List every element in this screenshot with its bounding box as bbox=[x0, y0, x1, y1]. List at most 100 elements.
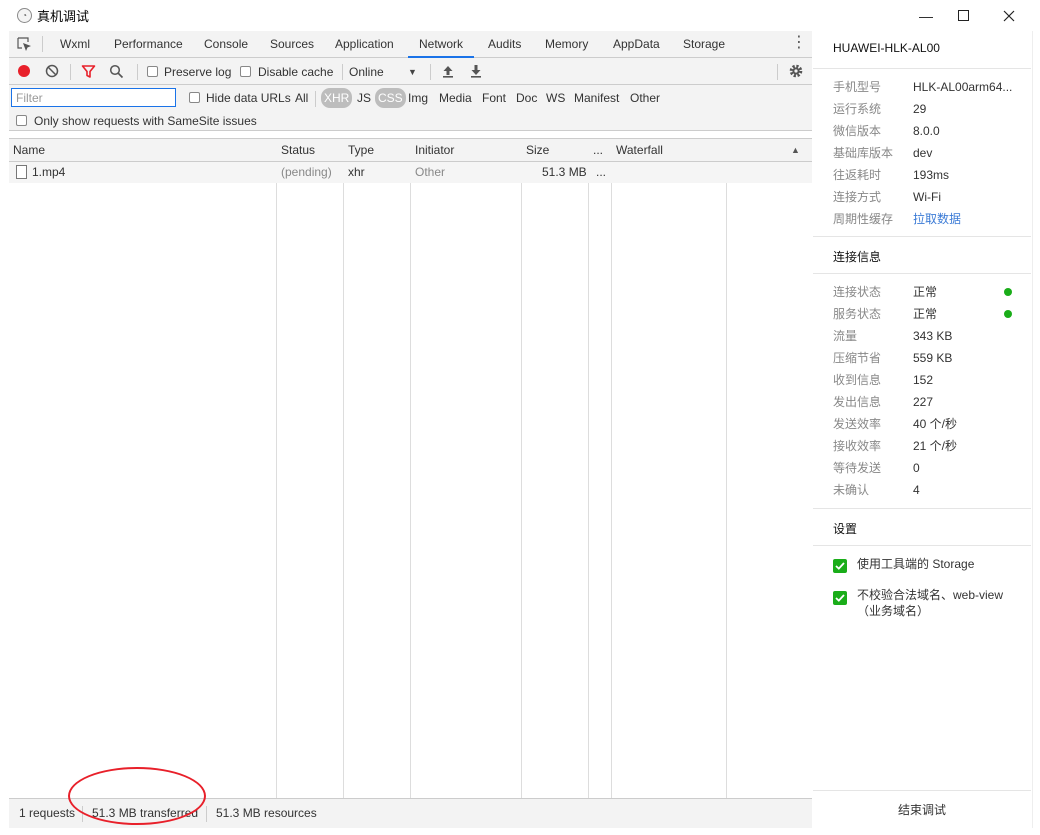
conn-value: 正常 bbox=[913, 307, 938, 321]
tab-application[interactable]: Application bbox=[335, 31, 394, 58]
conn-value: 21 个/秒 bbox=[913, 439, 958, 453]
type-filter-font[interactable]: Font bbox=[479, 88, 509, 108]
request-initiator: Other bbox=[415, 165, 446, 179]
hide-data-urls-label: Hide data URLs bbox=[206, 91, 291, 105]
type-filter-js[interactable]: JS bbox=[354, 88, 374, 108]
tab-storage[interactable]: Storage bbox=[683, 31, 725, 58]
info-value: 29 bbox=[913, 102, 927, 116]
request-name[interactable]: 1.mp4 bbox=[32, 162, 65, 183]
skip-domain-check-checkbox[interactable] bbox=[833, 591, 847, 605]
use-tool-storage-checkbox[interactable] bbox=[833, 559, 847, 573]
column-header-name[interactable]: Name bbox=[13, 139, 45, 162]
conn-value: 152 bbox=[913, 373, 934, 387]
preserve-log-checkbox[interactable] bbox=[147, 66, 158, 77]
devtools-pane: Wxml Performance Console Sources Applica… bbox=[9, 31, 812, 828]
tab-sources[interactable]: Sources bbox=[270, 31, 314, 58]
info-value: 8.0.0 bbox=[913, 124, 940, 138]
type-filter-xhr[interactable]: XHR bbox=[321, 88, 353, 108]
disable-cache-checkbox[interactable] bbox=[240, 66, 251, 77]
column-header-initiator[interactable]: Initiator bbox=[415, 139, 454, 162]
type-filter-ws[interactable]: WS bbox=[543, 88, 568, 108]
column-divider bbox=[611, 138, 612, 798]
tab-appdata[interactable]: AppData bbox=[613, 31, 660, 58]
tab-performance[interactable]: Performance bbox=[114, 31, 183, 58]
type-filter-css[interactable]: CSS bbox=[375, 88, 406, 108]
conn-row-send-rate: 发送效率 40 个/秒 bbox=[813, 413, 1031, 435]
filter-icon[interactable] bbox=[81, 64, 96, 79]
info-key: 手机型号 bbox=[833, 80, 882, 94]
close-icon bbox=[1003, 10, 1015, 21]
record-icon[interactable] bbox=[18, 65, 30, 77]
tab-memory[interactable]: Memory bbox=[545, 31, 588, 58]
tab-audits[interactable]: Audits bbox=[488, 31, 521, 58]
end-debug-button[interactable]: 结束调试 bbox=[813, 790, 1031, 828]
column-header-status[interactable]: Status bbox=[281, 139, 315, 162]
toolbar-separator bbox=[430, 64, 431, 80]
info-value: 193ms bbox=[913, 168, 950, 182]
tab-console[interactable]: Console bbox=[204, 31, 248, 58]
status-separator bbox=[206, 806, 207, 822]
type-filter-other[interactable]: Other bbox=[627, 88, 663, 108]
column-divider bbox=[343, 138, 344, 798]
sort-ascending-icon[interactable]: ▲ bbox=[791, 139, 800, 162]
conn-key: 压缩节省 bbox=[833, 351, 882, 365]
filter-input[interactable] bbox=[11, 88, 176, 107]
conn-row-received: 收到信息 152 bbox=[813, 369, 1031, 391]
type-filter-all[interactable]: All bbox=[292, 88, 311, 108]
maximize-button[interactable] bbox=[940, 0, 986, 31]
conn-row-receive-rate: 接收效率 21 个/秒 bbox=[813, 435, 1031, 457]
column-header-size[interactable]: Size bbox=[526, 139, 549, 162]
type-filter-doc[interactable]: Doc bbox=[513, 88, 540, 108]
info-row-wechat-version: 微信版本 8.0.0 bbox=[813, 120, 1031, 142]
more-tools-icon[interactable]: ⋮ bbox=[791, 35, 807, 51]
conn-key: 收到信息 bbox=[833, 373, 882, 387]
inspect-element-icon[interactable] bbox=[17, 37, 32, 52]
info-row-os: 运行系统 29 bbox=[813, 98, 1031, 120]
import-har-icon[interactable] bbox=[441, 64, 455, 78]
info-key: 周期性缓存 bbox=[833, 212, 894, 226]
throttling-select[interactable]: Online bbox=[349, 65, 384, 79]
conn-value: 4 bbox=[913, 483, 920, 497]
search-icon[interactable] bbox=[109, 64, 124, 79]
hide-data-urls-checkbox[interactable] bbox=[189, 92, 200, 103]
panel-scrollbar[interactable] bbox=[1032, 31, 1040, 828]
conn-value: 40 个/秒 bbox=[913, 417, 958, 431]
column-divider bbox=[521, 138, 522, 798]
gear-icon[interactable] bbox=[788, 63, 804, 79]
conn-key: 流量 bbox=[833, 329, 858, 343]
request-time: ... bbox=[596, 165, 607, 179]
type-filter-img[interactable]: Img bbox=[405, 88, 431, 108]
table-row[interactable]: 1.mp4 (pending) xhr Other 51.3 MB ... bbox=[9, 162, 812, 183]
tab-wxml[interactable]: Wxml bbox=[60, 31, 90, 58]
column-divider bbox=[588, 138, 589, 798]
maximize-icon bbox=[957, 10, 969, 21]
column-divider bbox=[410, 138, 411, 798]
clear-icon[interactable] bbox=[45, 64, 59, 78]
type-filter-manifest[interactable]: Manifest bbox=[571, 88, 622, 108]
devtools-tab-bar: Wxml Performance Console Sources Applica… bbox=[9, 31, 812, 58]
settings-section-title: 设置 bbox=[833, 522, 858, 536]
export-har-icon[interactable] bbox=[469, 64, 483, 78]
fetch-data-link[interactable]: 拉取数据 bbox=[913, 208, 961, 230]
column-header-time[interactable]: ... bbox=[593, 139, 603, 162]
info-key: 往返耗时 bbox=[833, 168, 882, 182]
column-header-waterfall[interactable]: Waterfall bbox=[616, 139, 663, 162]
red-annotation-circle bbox=[68, 767, 206, 825]
info-row-periodic-cache: 周期性缓存 拉取数据 bbox=[813, 208, 1031, 230]
conn-key: 等待发送 bbox=[833, 461, 882, 475]
filter-separator bbox=[315, 91, 316, 107]
conn-key: 连接状态 bbox=[833, 285, 882, 299]
chevron-down-icon[interactable]: ▼ bbox=[408, 67, 417, 77]
tab-network[interactable]: Network bbox=[408, 31, 475, 58]
close-window-button[interactable] bbox=[986, 0, 1032, 31]
conn-value: 559 KB bbox=[913, 351, 953, 365]
request-type: xhr bbox=[348, 165, 365, 179]
conn-key: 接收效率 bbox=[833, 439, 882, 453]
info-value: Wi-Fi bbox=[913, 190, 941, 204]
column-header-type[interactable]: Type bbox=[348, 139, 374, 162]
use-tool-storage-label: 使用工具端的 Storage bbox=[857, 557, 975, 571]
window-title: 真机调试 bbox=[37, 9, 90, 24]
type-filter-media[interactable]: Media bbox=[436, 88, 475, 108]
samesite-only-checkbox[interactable] bbox=[16, 115, 27, 126]
request-size: 51.3 MB bbox=[542, 165, 587, 179]
